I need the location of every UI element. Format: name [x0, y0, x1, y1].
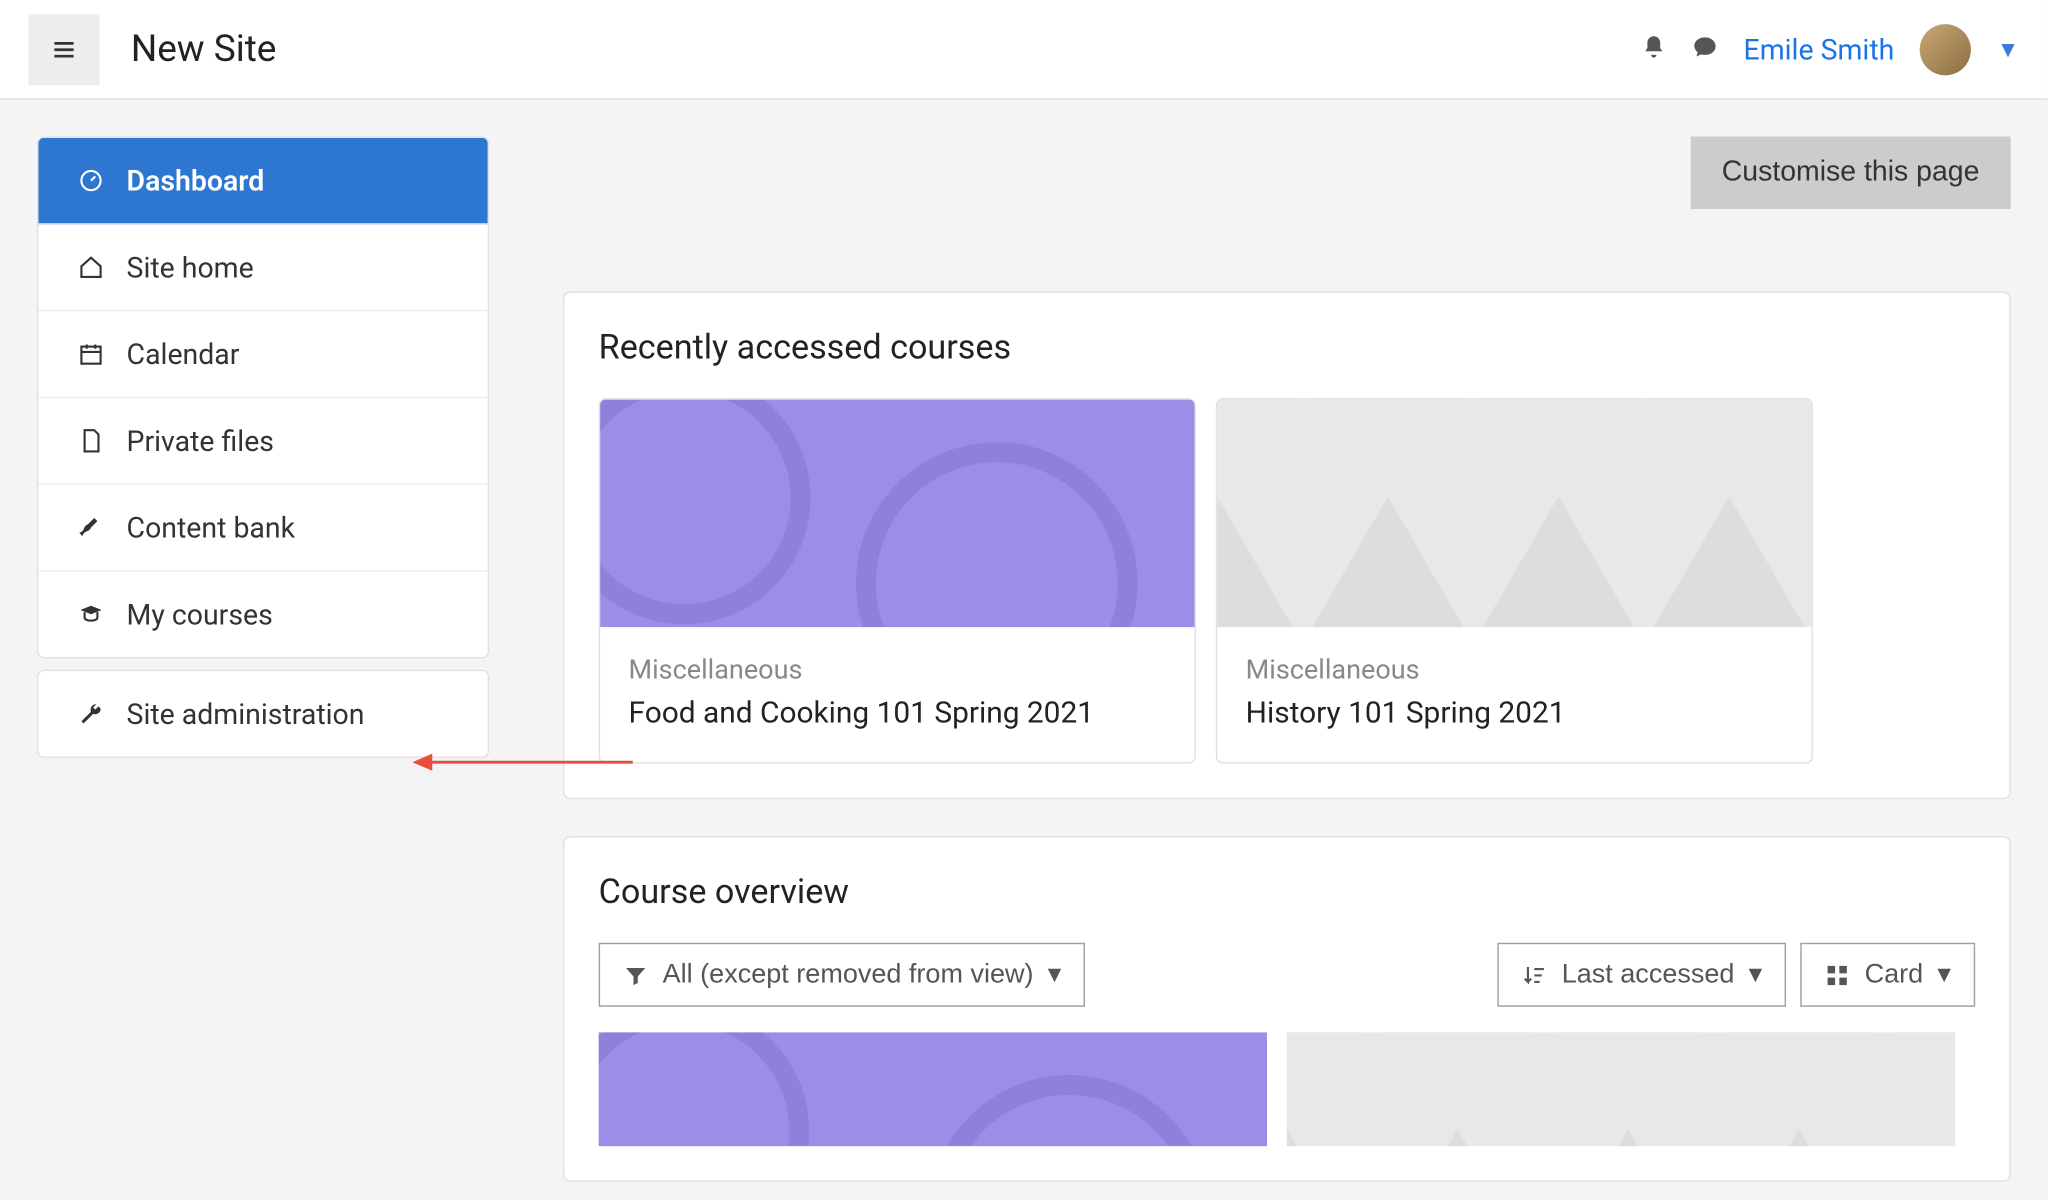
sidebar-label: Calendar — [127, 337, 240, 371]
course-thumb — [1217, 400, 1811, 628]
filter-scope-label: All (except removed from view) — [663, 959, 1034, 990]
file-icon — [75, 428, 106, 454]
sidebar-label: My courses — [127, 597, 273, 631]
sidebar-item-my-courses[interactable]: My courses — [38, 572, 487, 657]
sidebar-item-dashboard[interactable]: Dashboard — [38, 138, 487, 225]
notifications-icon[interactable] — [1641, 33, 1667, 64]
course-category: Miscellaneous — [1246, 653, 1784, 686]
graduation-icon — [75, 602, 106, 628]
sidebar-item-site-administration[interactable]: Site administration — [38, 671, 487, 756]
hamburger-icon — [51, 36, 77, 62]
menu-toggle[interactable] — [28, 14, 99, 85]
overview-course-thumb[interactable] — [599, 1032, 1267, 1146]
course-card[interactable]: Miscellaneous Food and Cooking 101 Sprin… — [599, 398, 1196, 763]
sidebar-label: Site home — [127, 250, 254, 284]
grid-icon — [1825, 962, 1851, 988]
chevron-down-icon: ▾ — [1749, 958, 1763, 991]
sidebar-label: Site administration — [127, 697, 365, 731]
sidebar-label: Private files — [127, 424, 274, 458]
avatar[interactable] — [1920, 23, 1971, 74]
messages-icon[interactable] — [1692, 33, 1718, 64]
brush-icon — [75, 515, 106, 541]
chevron-down-icon: ▾ — [1048, 958, 1062, 991]
course-name: History 101 Spring 2021 — [1246, 697, 1784, 731]
user-name[interactable]: Emile Smith — [1744, 32, 1895, 66]
filter-view-label: Card — [1865, 959, 1924, 990]
course-card[interactable]: Miscellaneous History 101 Spring 2021 — [1216, 398, 1813, 763]
sidebar-item-private-files[interactable]: Private files — [38, 398, 487, 485]
filter-scope-dropdown[interactable]: All (except removed from view) ▾ — [599, 943, 1086, 1007]
course-category: Miscellaneous — [629, 653, 1167, 686]
course-overview-heading: Course overview — [599, 872, 1975, 912]
topbar: New Site Emile Smith ▼ — [0, 0, 2048, 100]
sidebar-item-site-home[interactable]: Site home — [38, 225, 487, 312]
course-name: Food and Cooking 101 Spring 2021 — [629, 697, 1167, 731]
course-overview-panel: Course overview All (except removed from… — [563, 836, 2011, 1182]
sidebar-label: Dashboard — [127, 164, 265, 198]
recently-accessed-heading: Recently accessed courses — [599, 327, 1975, 367]
filter-sort-label: Last accessed — [1562, 959, 1735, 990]
dashboard-icon — [75, 168, 106, 194]
home-icon — [75, 255, 106, 281]
chevron-down-icon: ▾ — [1937, 958, 1951, 991]
sidebar-item-calendar[interactable]: Calendar — [38, 311, 487, 398]
content: Customise this page Recently accessed co… — [526, 100, 2048, 1182]
filter-icon — [623, 962, 649, 988]
overview-course-thumb[interactable] — [1287, 1032, 1955, 1146]
filter-view-dropdown[interactable]: Card ▾ — [1801, 943, 1976, 1007]
recently-accessed-panel: Recently accessed courses Miscellaneous … — [563, 292, 2011, 800]
wrench-icon — [75, 701, 106, 727]
sidebar: Dashboard Site home Calendar Private fil… — [0, 100, 526, 1182]
sort-icon — [1522, 962, 1548, 988]
customise-page-button[interactable]: Customise this page — [1690, 137, 2010, 210]
course-thumb — [600, 400, 1194, 628]
user-menu-caret[interactable]: ▼ — [1997, 35, 2020, 63]
site-title[interactable]: New Site — [131, 28, 277, 71]
sidebar-item-content-bank[interactable]: Content bank — [38, 485, 487, 572]
sidebar-label: Content bank — [127, 510, 295, 544]
filter-sort-dropdown[interactable]: Last accessed ▾ — [1498, 943, 1787, 1007]
annotation-arrow — [412, 748, 640, 776]
calendar-icon — [75, 341, 106, 367]
